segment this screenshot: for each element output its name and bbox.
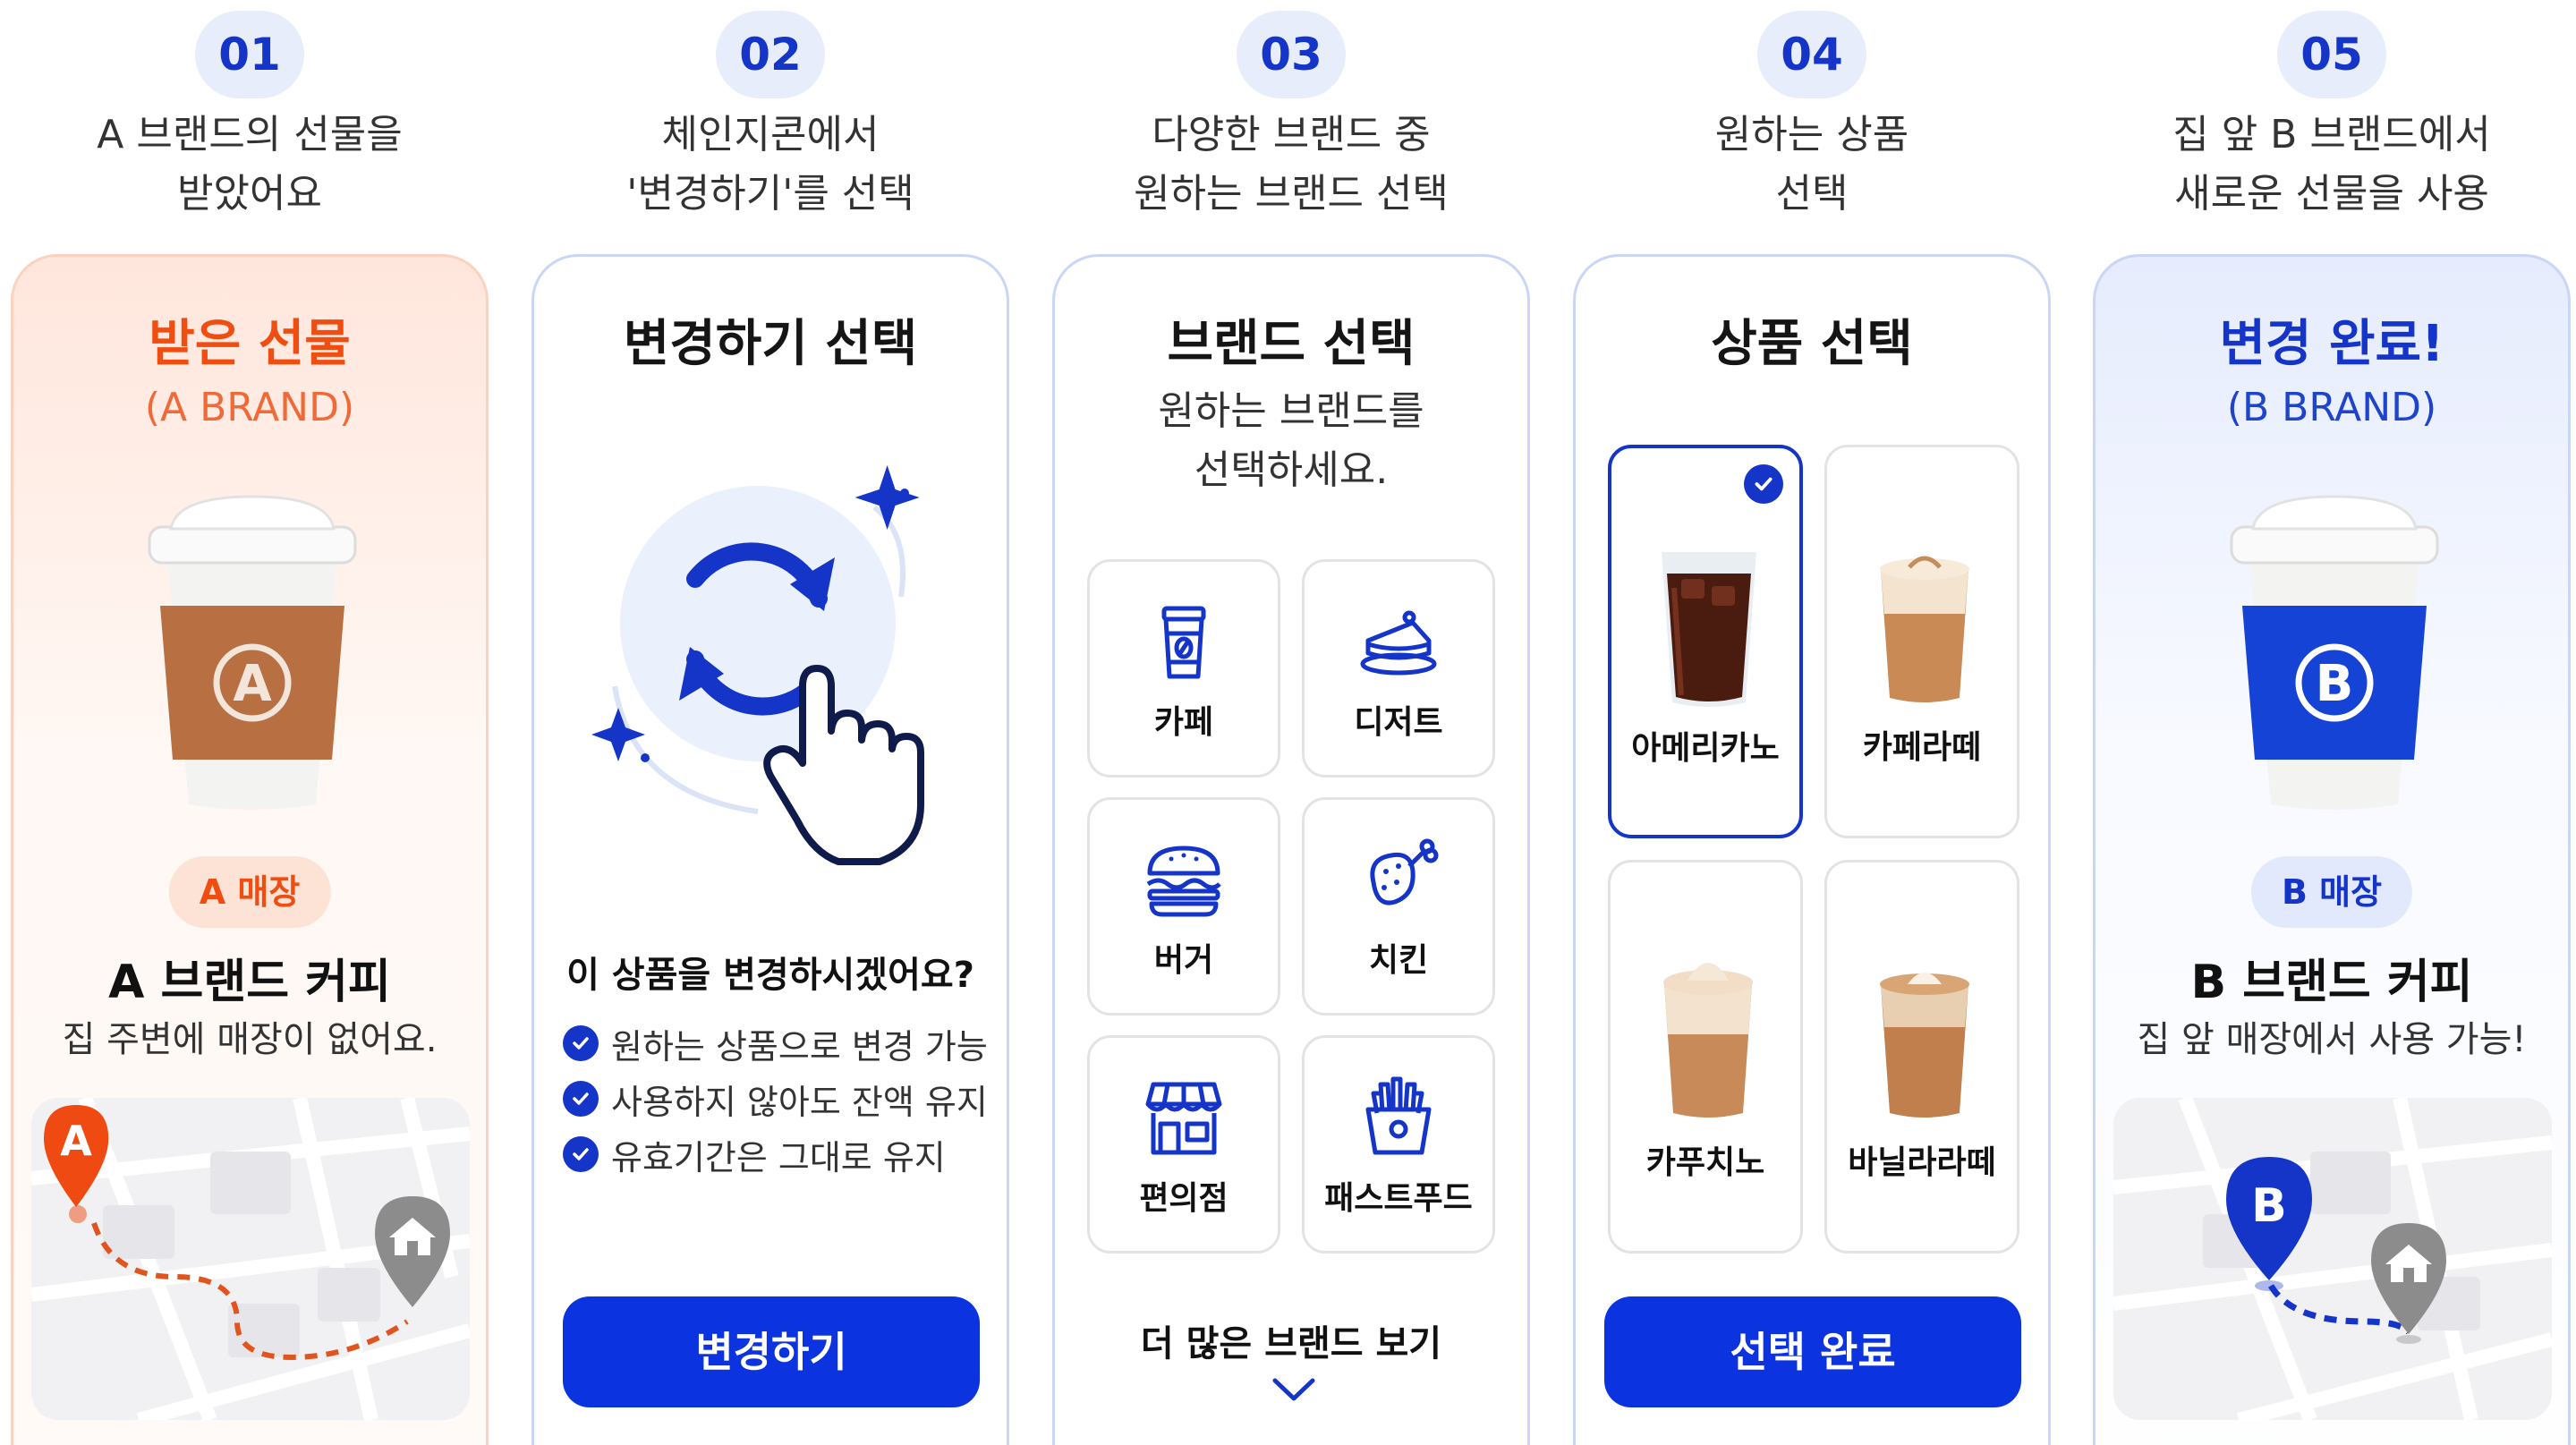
change-button[interactable]: 변경하기 xyxy=(563,1296,980,1407)
svg-text:B: B xyxy=(2316,655,2354,713)
store-pill: B 매장 xyxy=(2250,856,2413,928)
step-caption: 원하는 상품 선택 xyxy=(1714,112,1909,217)
category-tile-chicken[interactable]: 치킨 xyxy=(1302,797,1495,1016)
product-cappuccino[interactable]: 카푸치노 xyxy=(1608,860,1803,1254)
product-cafe-latte[interactable]: 카페라떼 xyxy=(1824,445,2019,838)
map-route-a-image: A xyxy=(31,1098,470,1420)
step-number-badge: 04 xyxy=(1757,11,1866,98)
category-tile-dessert[interactable]: 디저트 xyxy=(1302,559,1495,778)
step-caption: A 브랜드의 선물을 받았어요 xyxy=(97,112,403,217)
select-done-button[interactable]: 선택 완료 xyxy=(1604,1296,2021,1407)
change-complete-card: 변경 완료! (B BRAND) B B 매장 B 브랜드 커피 집 앞 매장에… xyxy=(2093,254,2571,1445)
category-tile-fastfood[interactable]: 패스트푸드 xyxy=(1302,1035,1495,1254)
svg-text:B: B xyxy=(2251,1179,2287,1233)
coffee-cup-a-image: A xyxy=(148,495,357,810)
cappuccino-image xyxy=(1663,963,1753,1118)
card-title: 변경하기 선택 xyxy=(623,315,918,373)
category-label: 버거 xyxy=(1153,942,1214,979)
change-question: 이 상품을 변경하시겠어요? xyxy=(566,955,974,996)
vanilla-latte-image xyxy=(1880,973,1969,1118)
step-column-5: 05 집 앞 B 브랜드에서 새로운 선물을 사용 변경 완료! (B BRAN… xyxy=(2093,0,2571,1445)
card-title: 받은 선물 xyxy=(149,315,351,373)
brand-select-card: 브랜드 선택 원하는 브랜드를 선택하세요. 카페 디저트 버거 치킨 편의점 … xyxy=(1052,254,1530,1445)
cafe-latte-image xyxy=(1880,556,1969,702)
coffee-cup-icon xyxy=(1161,606,1206,679)
checklist-item: 유효기간은 그대로 유지 xyxy=(563,1126,988,1182)
check-circle-icon xyxy=(563,1081,599,1117)
card-title: 변경 완료! xyxy=(2219,315,2444,373)
received-gift-card: 받은 선물 (A BRAND) A A 매장 A 브랜드 커피 집 주변에 매장… xyxy=(11,254,489,1445)
checklist-item: 원하는 상품으로 변경 가능 xyxy=(563,1016,988,1071)
brand-description: 집 주변에 매장이 없어요. xyxy=(62,1019,438,1060)
category-label: 카페 xyxy=(1153,704,1214,741)
card-title: 브랜드 선택 xyxy=(1167,315,1416,373)
category-tile-convenience-store[interactable]: 편의점 xyxy=(1087,1035,1280,1254)
product-label: 바닐라라떼 xyxy=(1848,1144,1996,1181)
step-column-2: 02 체인지콘에서 '변경하기'를 선택 변경하기 선택 이 상품을 변경하시겠… xyxy=(531,0,1009,1445)
category-label: 편의점 xyxy=(1139,1180,1228,1217)
step-number-badge: 01 xyxy=(195,11,304,98)
category-label: 디저트 xyxy=(1354,704,1443,741)
step-column-1: 01 A 브랜드의 선물을 받았어요 받은 선물 (A BRAND) A A 매… xyxy=(11,0,489,1445)
more-brands-link[interactable]: 더 많은 브랜드 보기 xyxy=(1055,1314,1527,1366)
svg-text:A: A xyxy=(60,1117,92,1165)
category-label: 치킨 xyxy=(1368,942,1429,979)
product-label: 아메리카노 xyxy=(1631,730,1780,767)
benefit-checklist: 원하는 상품으로 변경 가능 사용하지 않아도 잔액 유지 유효기간은 그대로 … xyxy=(563,1016,988,1182)
step-number-badge: 03 xyxy=(1237,11,1346,98)
product-americano[interactable]: 아메리카노 xyxy=(1608,445,1803,838)
check-circle-icon xyxy=(563,1136,599,1172)
coffee-cup-b-image: B xyxy=(2230,495,2439,810)
store-pill: A 매장 xyxy=(168,856,331,928)
brand-name: B 브랜드 커피 xyxy=(2190,956,2473,1009)
card-subtitle: (B BRAND) xyxy=(2226,385,2437,430)
check-circle-icon xyxy=(1744,464,1783,504)
brand-name: A 브랜드 커피 xyxy=(108,956,391,1009)
burger-icon xyxy=(1146,846,1221,917)
change-select-card: 변경하기 선택 이 상품을 변경하시겠어요? 원하는 상품으로 변경 가능 사용… xyxy=(531,254,1009,1445)
brand-description: 집 앞 매장에서 사용 가능! xyxy=(2137,1019,2527,1060)
card-subtitle: 원하는 브랜드를 선택하세요. xyxy=(1158,388,1424,493)
step-caption: 다양한 브랜드 중 원하는 브랜드 선택 xyxy=(1134,112,1449,217)
product-select-card: 상품 선택 아메리카노 카페라떼 카푸치노 바닐라라떼 선택 완료 xyxy=(1573,254,2051,1445)
step-caption: 체인지콘에서 '변경하기'를 선택 xyxy=(626,112,914,217)
map-route-b-image: B xyxy=(2113,1098,2552,1420)
category-label: 패스트푸드 xyxy=(1324,1180,1473,1217)
card-subtitle: (A BRAND) xyxy=(144,385,355,430)
iced-americano-image xyxy=(1662,552,1756,707)
step-number-badge: 02 xyxy=(716,11,825,98)
checklist-item: 사용하지 않아도 잔액 유지 xyxy=(563,1071,988,1126)
fries-icon xyxy=(1365,1076,1432,1155)
product-label: 카푸치노 xyxy=(1645,1144,1765,1181)
svg-text:A: A xyxy=(233,655,272,713)
check-circle-icon xyxy=(563,1025,599,1061)
category-tile-burger[interactable]: 버거 xyxy=(1087,797,1280,1016)
step-caption: 집 앞 B 브랜드에서 새로운 선물을 사용 xyxy=(2172,112,2491,217)
card-title: 상품 선택 xyxy=(1711,315,1913,373)
chevron-down-icon[interactable] xyxy=(1271,1375,1316,1402)
store-icon xyxy=(1145,1082,1222,1155)
product-label: 카페라떼 xyxy=(1862,729,1982,766)
exchange-illustration xyxy=(591,465,924,865)
cake-icon xyxy=(1360,610,1437,676)
step-number-badge: 05 xyxy=(2277,11,2386,98)
category-tile-cafe[interactable]: 카페 xyxy=(1087,559,1280,778)
step-column-4: 04 원하는 상품 선택 상품 선택 아메리카노 카페라떼 카푸치노 바닐라라떼… xyxy=(1573,0,2051,1445)
step-column-3: 03 다양한 브랜드 중 원하는 브랜드 선택 브랜드 선택 원하는 브랜드를 … xyxy=(1052,0,1530,1445)
chicken-icon xyxy=(1370,838,1439,905)
product-vanilla-latte[interactable]: 바닐라라떼 xyxy=(1824,860,2019,1254)
